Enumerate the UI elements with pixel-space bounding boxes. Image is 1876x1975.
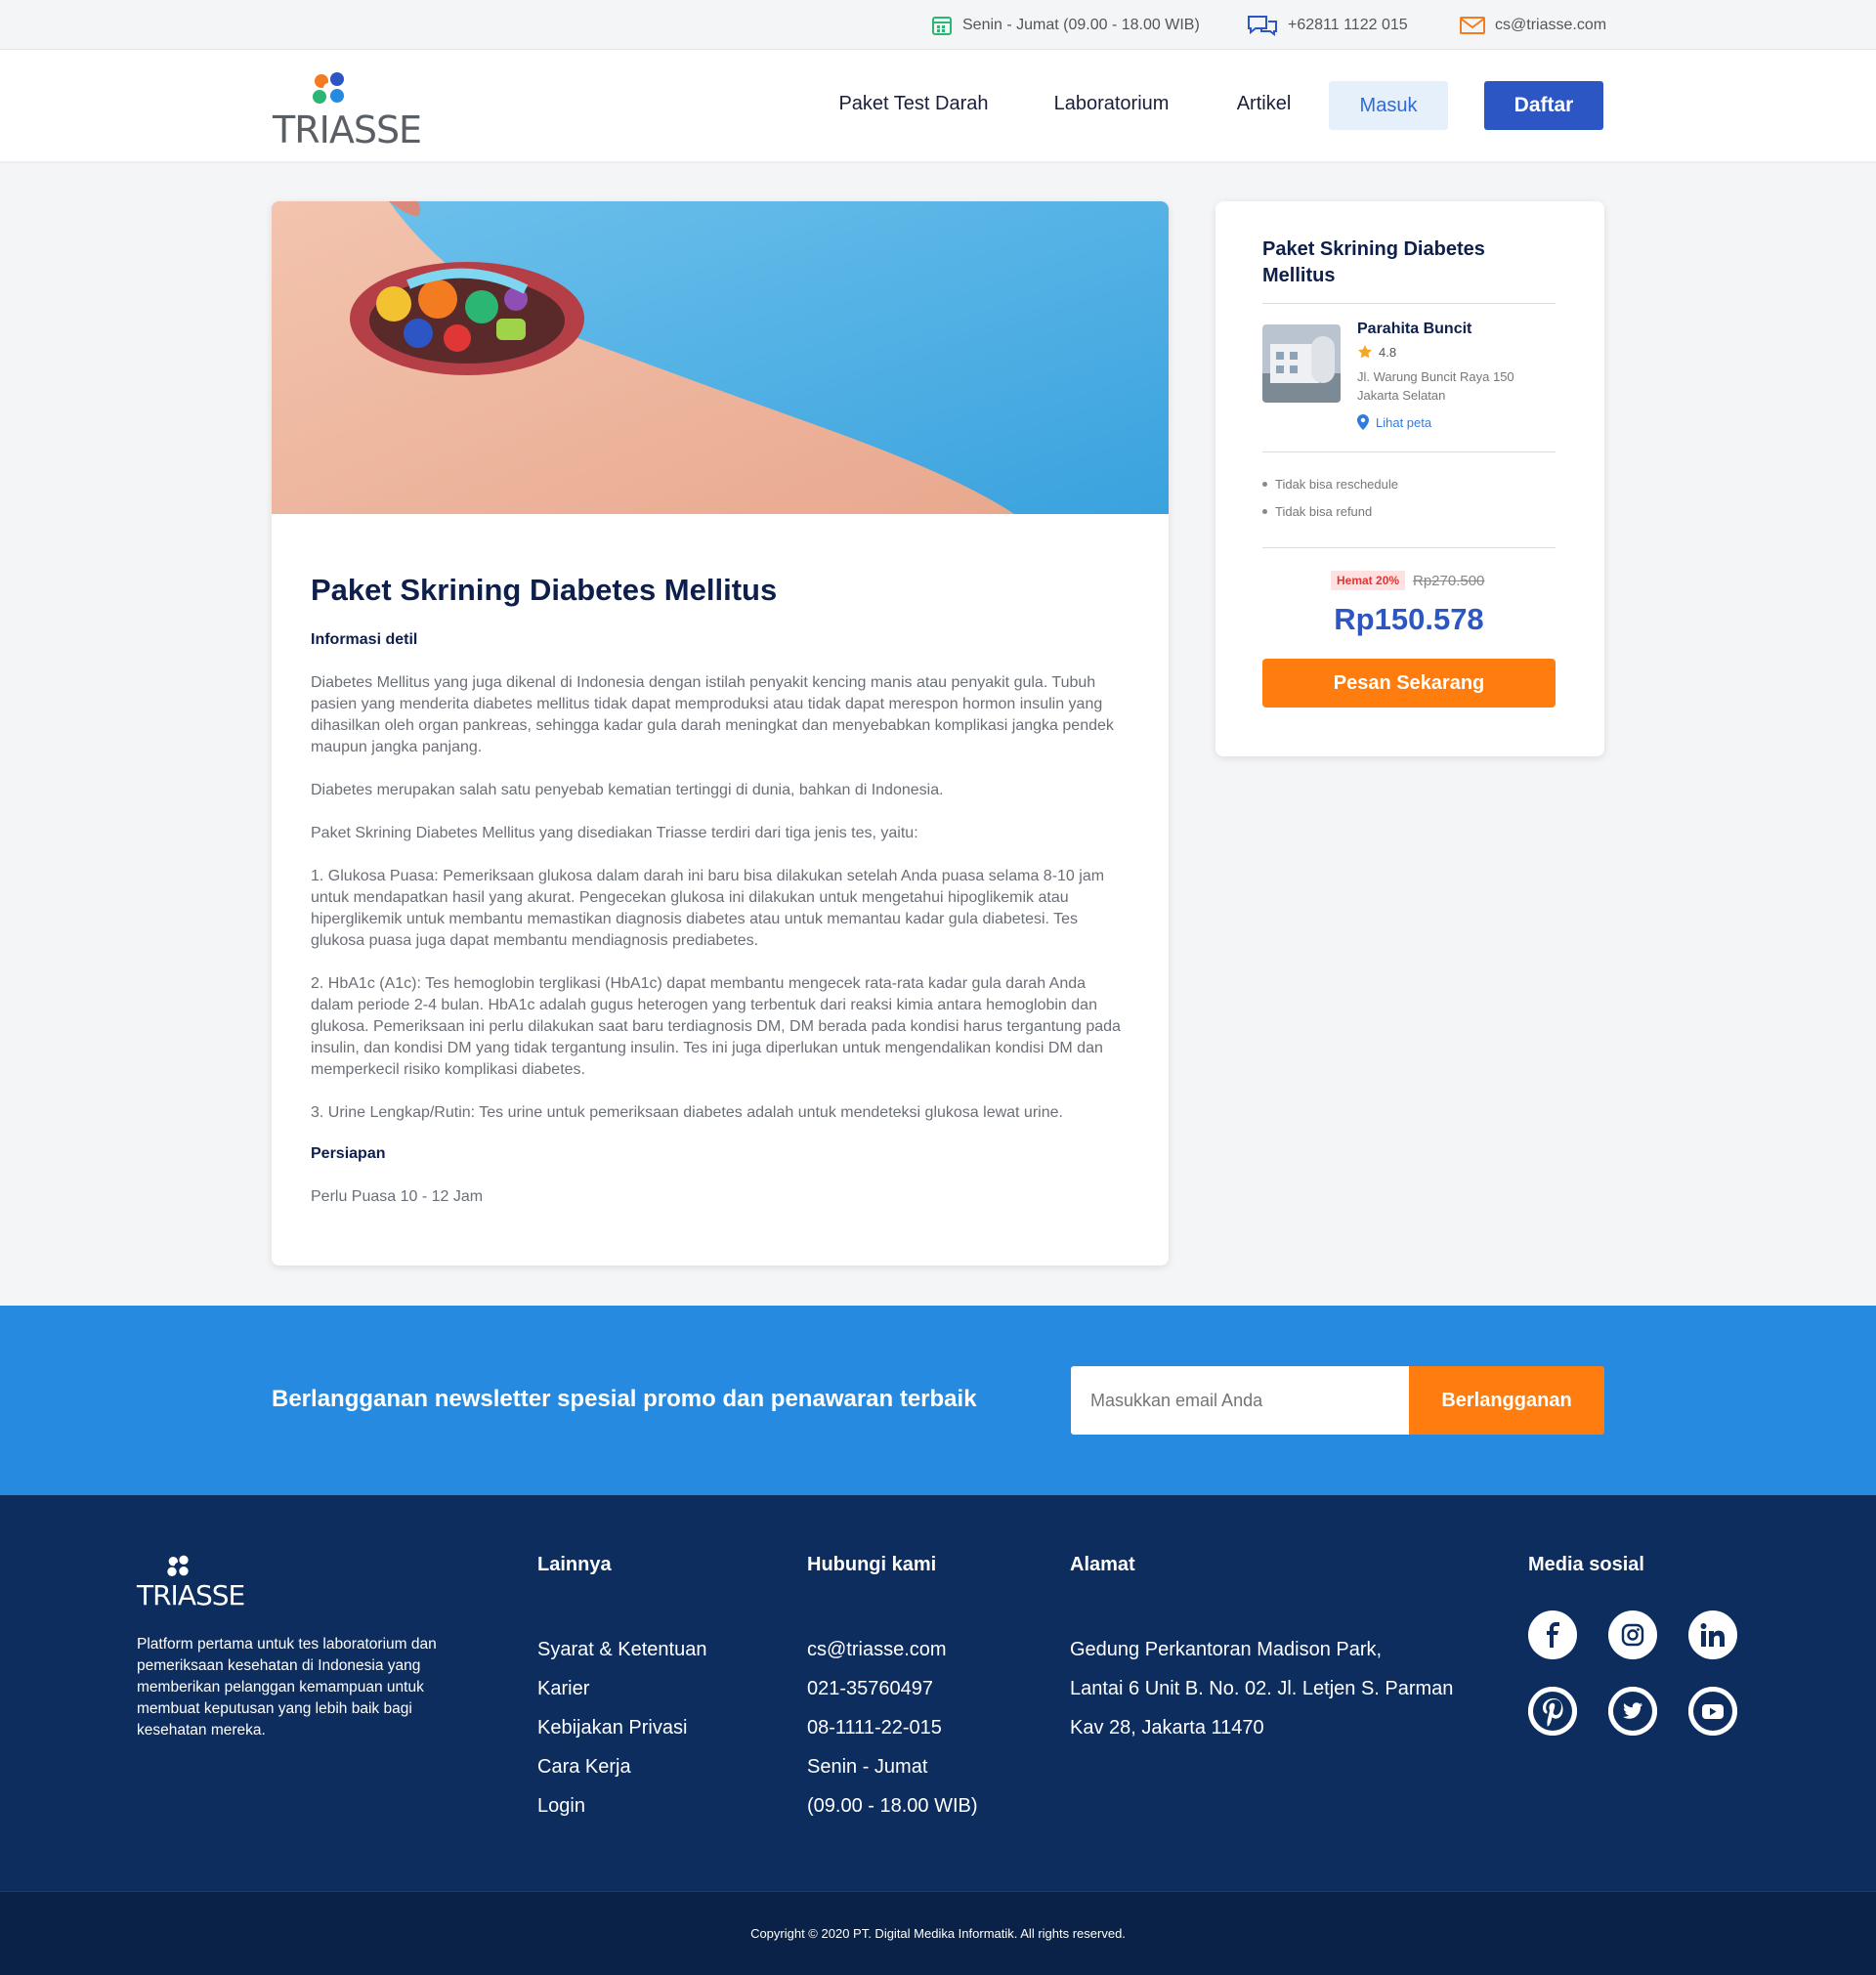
linkedin-icon[interactable] xyxy=(1688,1610,1737,1659)
footer-contact-phone[interactable]: 021-35760497 xyxy=(807,1669,978,1708)
footer-links-other: Syarat & Ketentuan Karier Kebijakan Priv… xyxy=(537,1630,706,1825)
footer-heading-address: Alamat xyxy=(1070,1554,1135,1575)
calendar-icon xyxy=(932,17,952,35)
map-link[interactable]: Lihat peta xyxy=(1357,414,1431,430)
article-paragraph: Diabetes merupakan salah satu penyebab k… xyxy=(311,782,944,798)
footer-link-terms[interactable]: Syarat & Ketentuan xyxy=(537,1630,706,1669)
footer-contact-mobile[interactable]: 08-1111-22-015 xyxy=(807,1708,978,1747)
subscribe-button[interactable]: Berlangganan xyxy=(1409,1366,1604,1435)
article-paragraph: 3. Urine Lengkap/Rutin: Tes urine untuk … xyxy=(311,1104,1063,1121)
chat-icon xyxy=(1248,16,1277,36)
order-now-button[interactable]: Pesan Sekarang xyxy=(1262,659,1556,708)
article-paragraph: Paket Skrining Diabetes Mellitus yang di… xyxy=(311,825,918,841)
nav-paket-test-darah[interactable]: Paket Test Darah xyxy=(831,79,997,128)
youtube-icon[interactable] xyxy=(1688,1687,1737,1736)
article-paragraph: Diabetes Mellitus yang juga dikenal di I… xyxy=(311,674,1114,755)
article-paragraph: 1. Glukosa Puasa: Pemeriksaan glukosa da… xyxy=(311,868,1105,949)
policy-text: Tidak bisa reschedule xyxy=(1275,477,1398,492)
hero-image xyxy=(272,201,1169,514)
address-line: Jl. Warung Buncit Raya 150 xyxy=(1357,369,1514,384)
bullet-icon xyxy=(1262,482,1267,487)
footer-heading-social: Media sosial xyxy=(1528,1554,1644,1575)
footer-heading-contact: Hubungi kami xyxy=(807,1554,937,1575)
map-link-label: Lihat peta xyxy=(1376,414,1432,430)
nav-artikel[interactable]: Artikel xyxy=(1227,79,1300,128)
divider xyxy=(1262,547,1556,548)
footer-logo[interactable]: TRIASSE xyxy=(137,1550,245,1611)
copyright-text: Copyright © 2020 PT. Digital Medika Info… xyxy=(750,1926,1126,1941)
instagram-icon[interactable] xyxy=(1608,1610,1657,1659)
footer-contact-hours: (09.00 - 18.00 WIB) xyxy=(807,1795,978,1817)
triasse-logo-mark xyxy=(313,72,344,104)
footer-link-login[interactable]: Login xyxy=(537,1786,706,1825)
policy-item: Tidak bisa reschedule xyxy=(1262,477,1398,492)
lab-address: Jl. Warung Buncit Raya 150 Jakarta Selat… xyxy=(1357,367,1553,405)
footer-description: Platform pertama untuk tes laboratorium … xyxy=(137,1636,437,1739)
business-hours: Senin - Jumat (09.00 - 18.00 WIB) xyxy=(931,13,1200,38)
divider xyxy=(1262,303,1556,304)
article-paragraph: 2. HbA1c (A1c): Tes hemoglobin terglikas… xyxy=(311,975,1121,1078)
lab-rating: 4.8 xyxy=(1357,344,1396,360)
footer-brand-name: TRIASSE xyxy=(137,1579,245,1611)
detail-heading: Informasi detil xyxy=(311,631,418,648)
address-line: Jakarta Selatan xyxy=(1357,388,1446,403)
brand-name: TRIASSE xyxy=(273,108,422,151)
newsletter-email-input[interactable] xyxy=(1071,1366,1409,1435)
divider xyxy=(1262,451,1556,452)
register-button[interactable]: Daftar xyxy=(1484,81,1603,130)
login-button[interactable]: Masuk xyxy=(1329,81,1448,130)
final-price: Rp150.578 xyxy=(1334,602,1484,636)
policy-text: Tidak bisa refund xyxy=(1275,504,1373,519)
article-title: Paket Skrining Diabetes Mellitus xyxy=(311,573,778,607)
nav-laboratorium[interactable]: Laboratorium xyxy=(1045,79,1177,128)
map-pin-icon xyxy=(1357,414,1369,430)
copyright-bar: Copyright © 2020 PT. Digital Medika Info… xyxy=(0,1891,1876,1975)
phone-text: +62811 1122 015 xyxy=(1288,17,1408,33)
newsletter-section: Berlangganan newsletter spesial promo da… xyxy=(0,1306,1876,1495)
package-detail-card: Paket Skrining Diabetes Mellitus Informa… xyxy=(272,201,1169,1266)
email-text: cs@triasse.com xyxy=(1495,17,1607,33)
prep-text: Perlu Puasa 10 - 12 Jam xyxy=(311,1188,484,1205)
footer-address: Gedung Perkantoran Madison Park, Lantai … xyxy=(1070,1630,1453,1747)
pinterest-icon[interactable] xyxy=(1528,1687,1577,1736)
footer-contact-email[interactable]: cs@triasse.com xyxy=(807,1630,978,1669)
email-info[interactable]: cs@triasse.com xyxy=(1460,13,1606,38)
site-footer: TRIASSE Platform pertama untuk tes labor… xyxy=(0,1495,1876,1891)
prep-heading: Persiapan xyxy=(311,1145,386,1162)
lab-photo xyxy=(1262,324,1341,403)
address-line: Gedung Perkantoran Madison Park, xyxy=(1070,1639,1383,1660)
footer-link-career[interactable]: Karier xyxy=(537,1669,706,1708)
star-icon xyxy=(1358,345,1372,359)
triasse-logo-mark xyxy=(167,1555,189,1576)
hours-text: Senin - Jumat (09.00 - 18.00 WIB) xyxy=(962,17,1200,33)
rating-value: 4.8 xyxy=(1379,344,1397,360)
phone-info[interactable]: +62811 1122 015 xyxy=(1247,13,1408,38)
address-line: Lantai 6 Unit B. No. 02. Jl. Letjen S. P… xyxy=(1070,1678,1454,1699)
footer-heading-other: Lainnya xyxy=(537,1554,612,1575)
top-info-bar: Senin - Jumat (09.00 - 18.00 WIB) +62811… xyxy=(0,0,1876,50)
newsletter-text: Berlangganan newsletter spesial promo da… xyxy=(272,1386,977,1412)
footer-contact-list: cs@triasse.com 021-35760497 08-1111-22-0… xyxy=(807,1630,978,1825)
brand-logo[interactable]: TRIASSE xyxy=(273,69,422,151)
footer-link-how-it-works[interactable]: Cara Kerja xyxy=(537,1747,706,1786)
order-title: Paket Skrining Diabetes Mellitus xyxy=(1262,238,1485,286)
original-price: Rp270.500 xyxy=(1413,573,1485,589)
footer-contact-days: Senin - Jumat xyxy=(807,1756,928,1778)
bullet-icon xyxy=(1262,509,1267,514)
twitter-icon[interactable] xyxy=(1608,1687,1657,1736)
footer-link-privacy[interactable]: Kebijakan Privasi xyxy=(537,1708,706,1747)
discount-badge: Hemat 20% xyxy=(1331,571,1406,590)
order-card: Paket Skrining Diabetes Mellitus Parahit… xyxy=(1215,201,1604,756)
lab-name[interactable]: Parahita Buncit xyxy=(1357,321,1471,338)
facebook-icon[interactable] xyxy=(1528,1610,1577,1659)
address-line: Kav 28, Jakarta 11470 xyxy=(1070,1717,1264,1739)
policy-item: Tidak bisa refund xyxy=(1262,504,1372,519)
site-header: TRIASSE Paket Test Darah Laboratorium Ar… xyxy=(0,50,1876,161)
mail-icon xyxy=(1460,17,1485,34)
article-content: Paket Skrining Diabetes Mellitus Informa… xyxy=(311,573,1122,1229)
